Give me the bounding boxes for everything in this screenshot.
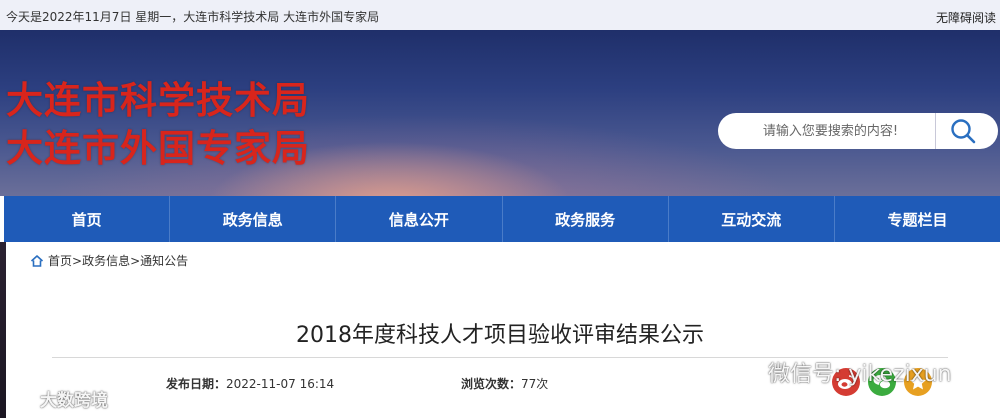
nav-item-home[interactable]: 首页 [4,196,169,242]
nav-item-government-info[interactable]: 政务信息 [169,196,335,242]
search-button[interactable] [948,117,978,145]
publish-date-label: 发布日期： [166,377,227,391]
main-nav: 首页 政务信息 信息公开 政务服务 互动交流 专题栏目 [4,196,1000,242]
accessibility-link[interactable]: 无障碍阅读 [936,9,996,26]
search-divider [935,113,936,149]
nav-item-info-disclosure[interactable]: 信息公开 [335,196,501,242]
breadcrumb-separator: > [72,253,83,268]
article-title: 2018年度科技人才项目验收评审结果公示 [296,323,704,348]
wechat-watermark: 微信号: yikezixun [730,356,952,388]
dashuju-watermark-text: 大数跨境 [40,391,108,411]
search-icon [951,119,976,144]
breadcrumb-notices[interactable]: 通知公告 [140,252,188,269]
view-count-label: 浏览次数： [461,377,522,391]
view-count: 浏览次数：77次 [461,375,548,392]
breadcrumb-home[interactable]: 首页 [48,252,72,269]
breadcrumb-separator: > [130,253,141,268]
header-banner: 大连市科学技术局 大连市外国专家局 [0,30,1000,196]
site-title-line1: 大连市科学技术局 [6,78,310,122]
wechat-watermark-text: 微信号: yikezixun [768,362,952,387]
breadcrumb-government-info[interactable]: 政务信息 [82,252,130,269]
search-input[interactable] [728,117,933,145]
publish-date: 发布日期：2022-11-07 16:14 [166,375,334,392]
search-box [718,113,998,149]
nav-item-interaction[interactable]: 互动交流 [667,196,834,242]
dashuju-logo-icon [6,393,32,408]
date-text: 今天是2022年11月7日 星期一，大连市科学技术局 大连市外国专家局 [6,10,380,24]
site-title-line2: 大连市外国专家局 [6,126,310,170]
publish-date-value: 2022-11-07 16:14 [226,377,335,391]
page: 今天是2022年11月7日 星期一，大连市科学技术局 大连市外国专家局 无障碍阅… [0,0,1000,418]
nav-item-special-topics[interactable]: 专题栏目 [833,196,1000,242]
nav-item-government-services[interactable]: 政务服务 [501,196,668,242]
wechat-logo-icon [730,360,758,383]
top-bar: 今天是2022年11月7日 星期一，大连市科学技术局 大连市外国专家局 无障碍阅… [0,0,1000,30]
view-count-value: 77次 [521,377,549,391]
dashuju-watermark: 大数跨境 [4,386,108,411]
breadcrumb: 首页 > 政务信息 > 通知公告 [30,252,188,269]
home-icon [30,254,44,267]
